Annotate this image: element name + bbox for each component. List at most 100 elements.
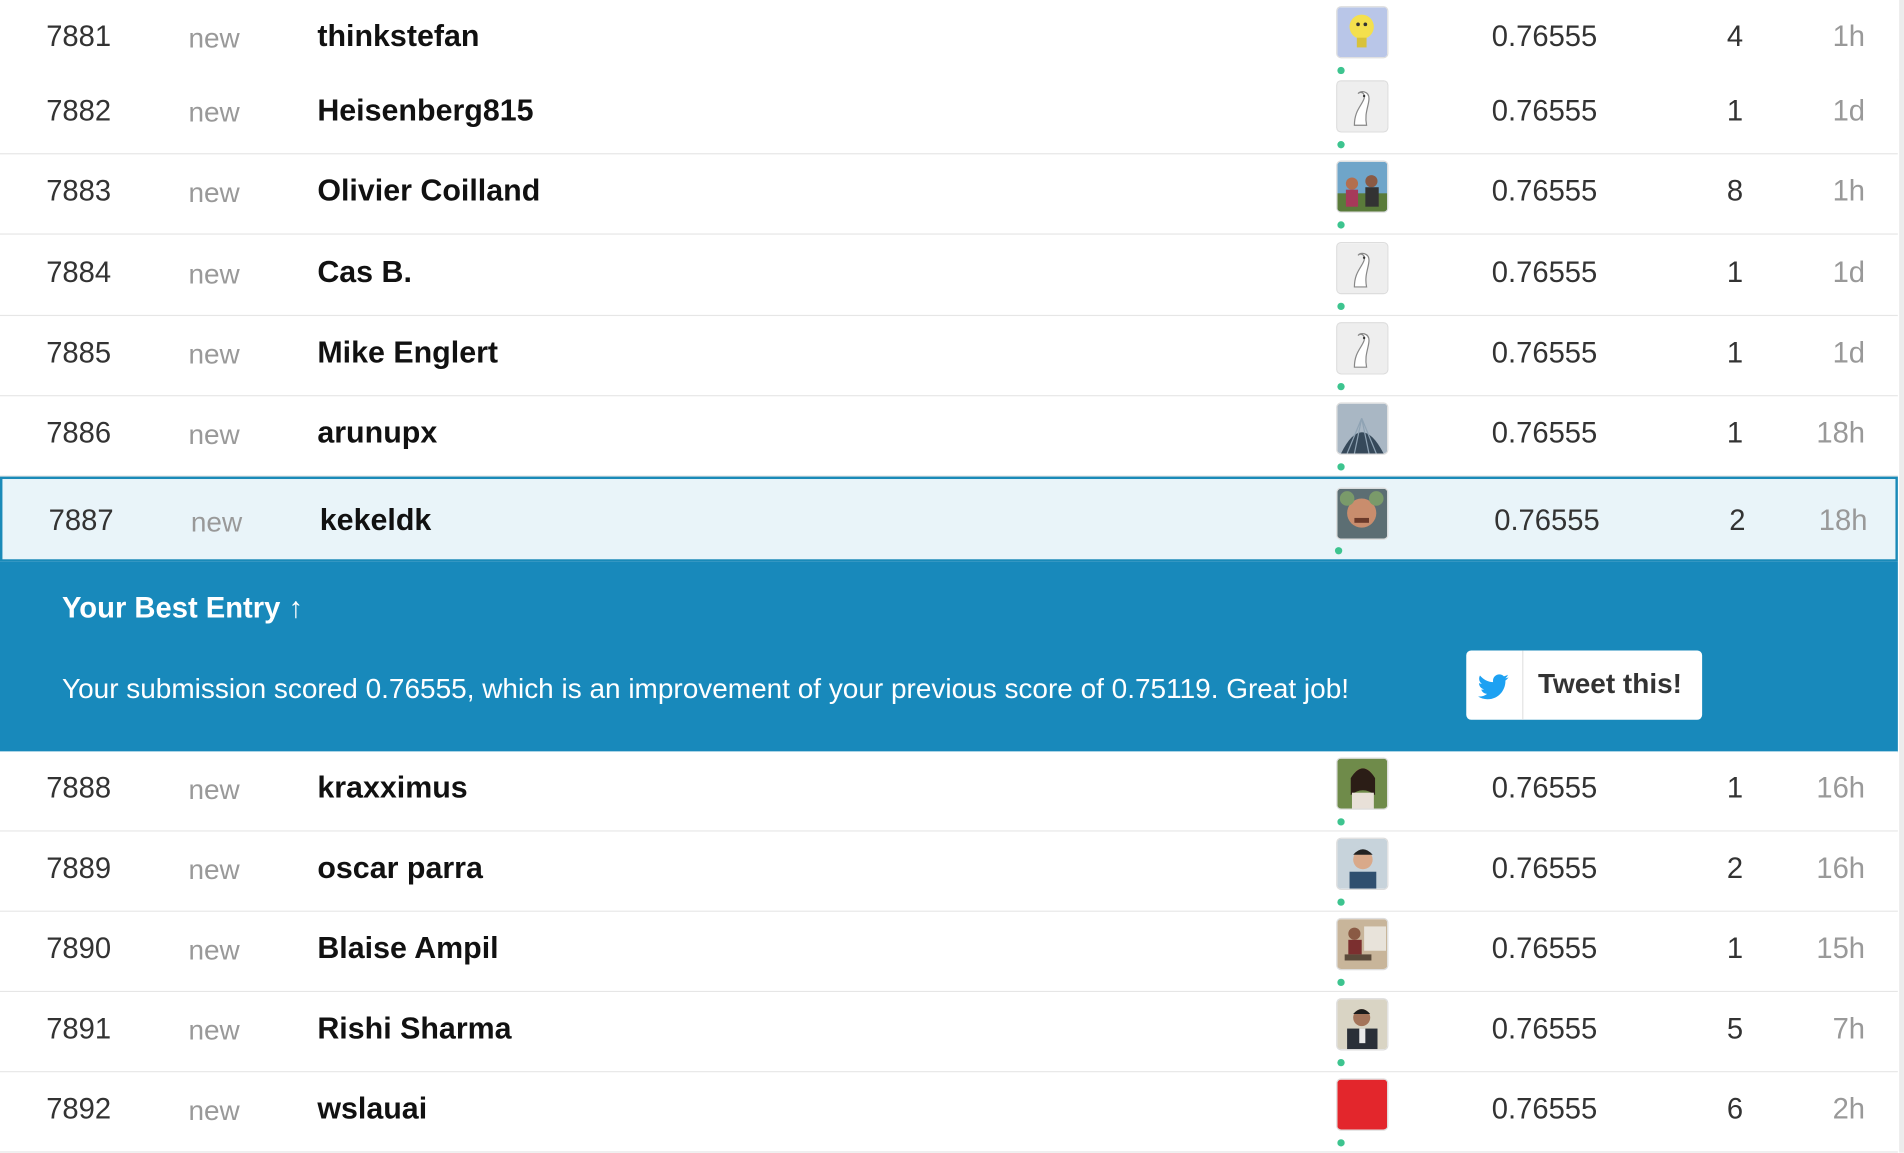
leaderboard: 7881 new thinkstefan 0.76555 4 1h 7882 new Heise… <box>0 0 1904 1153</box>
status-cell: new <box>188 418 240 450</box>
last-submission-cell: 16h <box>1816 852 1866 886</box>
scrollbar[interactable] <box>1899 0 1904 1153</box>
status-cell: new <box>188 21 240 54</box>
table-row[interactable]: 7881 new thinkstefan 0.76555 4 1h <box>0 0 1898 81</box>
table-row[interactable]: 7892 new wslauai 0.76555 6 2h <box>0 1072 1898 1153</box>
best-entry-banner: Your Best Entry ↑ Your submission scored… <box>0 561 1898 753</box>
status-cell: new <box>188 933 240 966</box>
twitter-bird-icon <box>1466 650 1524 720</box>
last-submission-cell: 1d <box>1832 336 1866 370</box>
online-indicator <box>1337 221 1345 229</box>
entries-cell: 2 <box>1726 852 1744 886</box>
table-row[interactable]: 7882 new Heisenberg815 0.76555 1 1d <box>0 74 1898 155</box>
rank-cell: 7882 <box>46 94 112 128</box>
status-cell: new <box>188 853 240 886</box>
tweet-button[interactable]: Tweet this! <box>1466 650 1703 720</box>
score-cell: 0.76555 <box>1491 417 1598 450</box>
table-row[interactable]: 7886 new arunupx 0.76555 1 18h <box>0 396 1898 477</box>
team-avatar[interactable] <box>1337 758 1388 809</box>
team-name-link[interactable]: Rishi Sharma <box>317 1012 511 1047</box>
team-name-link[interactable]: thinkstefan <box>317 19 479 54</box>
best-entry-title: Your Best Entry ↑ <box>62 592 304 625</box>
online-indicator <box>1337 302 1345 311</box>
tweet-button-label: Tweet this! <box>1537 667 1682 700</box>
team-name-link[interactable]: arunupx <box>317 416 437 451</box>
score-cell: 0.76555 <box>1491 772 1598 805</box>
online-indicator <box>1334 547 1343 555</box>
entries-cell: 1 <box>1726 256 1744 290</box>
team-name-link[interactable]: kraxximus <box>317 771 467 806</box>
team-avatar[interactable] <box>1337 403 1388 454</box>
team-avatar[interactable] <box>1337 999 1388 1050</box>
rank-cell: 7887 <box>48 504 114 538</box>
score-cell: 0.76555 <box>1491 20 1598 54</box>
status-cell: new <box>188 257 240 290</box>
team-name-link[interactable]: Blaise Ampil <box>317 931 498 966</box>
status-cell: new <box>188 176 240 208</box>
rank-cell: 7889 <box>46 852 112 886</box>
score-cell: 0.76555 <box>1491 256 1598 290</box>
team-avatar[interactable] <box>1337 1079 1388 1130</box>
online-indicator <box>1337 66 1345 75</box>
score-cell: 0.76555 <box>1491 1012 1598 1046</box>
online-indicator <box>1337 463 1345 471</box>
entries-cell: 1 <box>1726 336 1744 370</box>
entries-cell: 6 <box>1726 1093 1744 1126</box>
table-row[interactable]: 7891 new Rishi Sharma 0.76555 5 7h <box>0 992 1898 1073</box>
table-row[interactable]: 7889 new oscar parra 0.76555 2 16h <box>0 831 1898 912</box>
table-row[interactable]: 7885 new Mike Englert 0.76555 1 1d <box>0 316 1898 397</box>
entries-cell: 1 <box>1726 94 1744 128</box>
table-row[interactable]: 7888 new kraxximus 0.76555 1 16h <box>0 751 1898 832</box>
team-name-link[interactable]: Olivier Coilland <box>317 174 540 209</box>
team-name-link[interactable]: Heisenberg815 <box>317 94 533 129</box>
team-name-link[interactable]: Mike Englert <box>317 336 498 371</box>
entries-cell: 2 <box>1729 504 1746 538</box>
team-avatar[interactable] <box>1337 81 1388 132</box>
online-indicator <box>1337 141 1345 149</box>
table-row[interactable]: 7890 new Blaise Ampil 0.76555 1 15h <box>0 911 1898 993</box>
team-avatar[interactable] <box>1337 7 1388 58</box>
team-avatar[interactable] <box>1337 243 1388 294</box>
team-avatar[interactable] <box>1337 161 1388 212</box>
arrow-up-icon: ↑ <box>288 592 304 625</box>
table-row[interactable]: 7884 new Cas B. 0.76555 1 1d <box>0 235 1898 317</box>
rank-cell: 7891 <box>46 1012 112 1046</box>
entries-cell: 1 <box>1726 417 1744 450</box>
team-avatar[interactable] <box>1337 838 1388 889</box>
online-indicator <box>1337 1139 1345 1147</box>
team-name-link[interactable]: oscar parra <box>317 851 483 886</box>
entries-cell: 1 <box>1726 772 1744 805</box>
rank-cell: 7892 <box>46 1093 112 1126</box>
team-name-link[interactable]: Cas B. <box>317 255 412 290</box>
status-cell: new <box>188 1094 240 1126</box>
team-avatar[interactable] <box>1337 323 1388 374</box>
rank-cell: 7881 <box>46 20 112 54</box>
last-submission-cell: 15h <box>1816 932 1866 966</box>
table-row-current-user[interactable]: 7887 new kekeldk 0.76555 2 18h <box>0 476 1898 562</box>
online-indicator <box>1337 1058 1345 1067</box>
status-cell: new <box>188 1013 240 1046</box>
score-cell: 0.76555 <box>1491 175 1598 208</box>
table-row[interactable]: 7883 new Olivier Coilland 0.76555 8 1h <box>0 154 1898 235</box>
online-indicator <box>1337 898 1345 906</box>
online-indicator <box>1337 978 1345 987</box>
entries-cell: 1 <box>1726 932 1744 966</box>
online-indicator <box>1337 382 1345 391</box>
last-submission-cell: 1d <box>1832 94 1866 128</box>
last-submission-cell: 2h <box>1832 1093 1866 1126</box>
score-cell: 0.76555 <box>1491 1093 1598 1126</box>
team-avatar[interactable] <box>1337 488 1388 539</box>
team-name-link[interactable]: kekeldk <box>320 503 432 538</box>
entries-cell: 5 <box>1726 1012 1744 1046</box>
score-cell: 0.76555 <box>1491 932 1598 966</box>
team-avatar[interactable] <box>1337 919 1388 969</box>
score-cell: 0.76555 <box>1494 504 1600 538</box>
entries-cell: 4 <box>1726 20 1744 54</box>
last-submission-cell: 18h <box>1816 417 1866 450</box>
last-submission-cell: 1h <box>1832 175 1866 208</box>
rank-cell: 7885 <box>46 336 112 370</box>
online-indicator <box>1337 818 1345 826</box>
status-cell: new <box>188 337 240 370</box>
team-name-link[interactable]: wslauai <box>317 1092 427 1127</box>
last-submission-cell: 1d <box>1832 256 1866 290</box>
